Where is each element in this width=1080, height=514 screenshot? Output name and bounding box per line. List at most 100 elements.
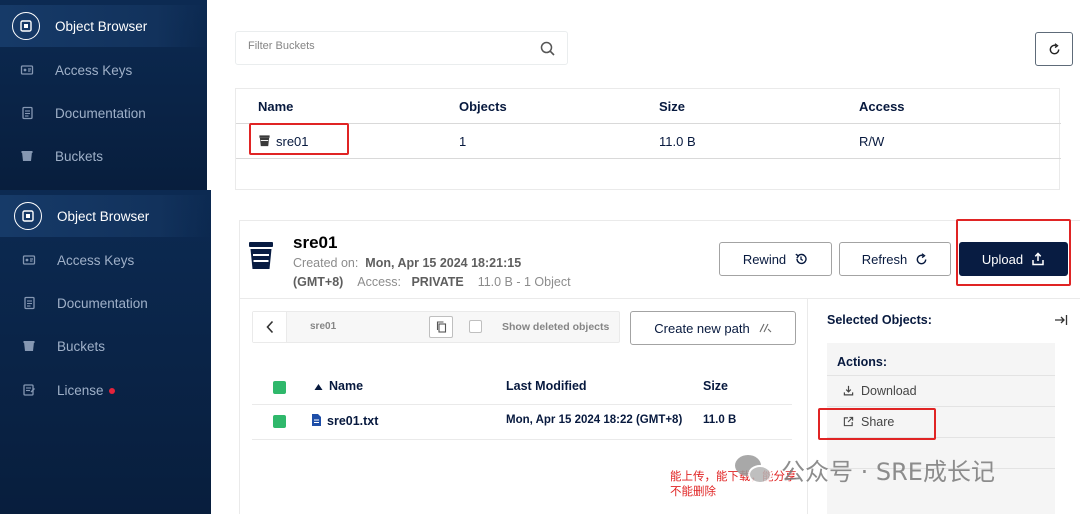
file-size: 11.0 B bbox=[703, 414, 737, 426]
divider bbox=[236, 123, 1061, 124]
bucket-size: 11.0 B bbox=[659, 134, 696, 149]
column-header-objects[interactable]: Objects bbox=[459, 99, 507, 114]
new-path-icon bbox=[759, 323, 772, 333]
bucket-summary: 11.0 B - 1 Object bbox=[477, 275, 571, 289]
sidebar-item-buckets[interactable]: Buckets bbox=[0, 135, 207, 177]
sort-asc-icon[interactable] bbox=[314, 380, 323, 394]
download-icon bbox=[843, 385, 854, 396]
sidebar-item-label: Object Browser bbox=[57, 208, 150, 224]
wechat-logo-icon bbox=[735, 454, 773, 485]
filter-buckets-input[interactable] bbox=[248, 40, 528, 52]
bucket-table: Name Objects Size Access sre01 1 11.0 B … bbox=[235, 88, 1061, 190]
bucket-icon bbox=[20, 149, 34, 163]
license-label-wrap: License bbox=[57, 383, 115, 398]
sidebar-item-access-keys[interactable]: Access Keys bbox=[0, 49, 207, 91]
column-header-name[interactable]: Name bbox=[329, 379, 363, 393]
bucket-objects: 1 bbox=[459, 134, 467, 149]
bucket-list-panel: Name Objects Size Access sre01 1 11.0 B … bbox=[207, 0, 1080, 190]
sidebar-item-label: License bbox=[57, 382, 104, 398]
refresh-icon bbox=[916, 252, 927, 264]
collapse-panel-icon[interactable] bbox=[1054, 313, 1068, 331]
license-icon bbox=[22, 383, 36, 397]
sidebar-top: Object Browser Access Keys Documentation… bbox=[0, 0, 207, 190]
rewind-icon bbox=[795, 253, 807, 265]
filter-buckets-box bbox=[235, 31, 568, 65]
sidebar-item-documentation[interactable]: Documentation bbox=[0, 282, 211, 324]
highlight-box bbox=[956, 219, 1071, 286]
file-name[interactable]: sre01.txt bbox=[327, 414, 378, 428]
page: Object Browser Access Keys Documentation… bbox=[0, 0, 1080, 514]
chevron-left-icon bbox=[265, 320, 273, 334]
show-deleted-label[interactable]: Show deleted objects bbox=[502, 321, 609, 333]
access-meta: (GMT+8) Access: PRIVATE 11.0 B - 1 Objec… bbox=[293, 275, 571, 289]
divider bbox=[236, 158, 1061, 159]
sidebar-item-label: Documentation bbox=[55, 105, 146, 121]
refresh-buckets-button[interactable] bbox=[1035, 32, 1073, 66]
refresh-button[interactable]: Refresh bbox=[839, 242, 951, 276]
sidebar-item-documentation[interactable]: Documentation bbox=[0, 92, 207, 134]
rewind-button[interactable]: Rewind bbox=[719, 242, 832, 276]
created-label: Created on: bbox=[293, 256, 359, 270]
select-all-checkbox[interactable] bbox=[273, 381, 286, 394]
divider bbox=[252, 404, 792, 405]
bucket-detail-panel: sre01 Created on: Mon, Apr 15 2024 18:21… bbox=[211, 190, 1080, 514]
create-path-label: Create new path bbox=[654, 320, 750, 336]
access-value: PRIVATE bbox=[411, 275, 464, 289]
access-label: Access: bbox=[357, 275, 402, 289]
create-new-path-button[interactable]: Create new path bbox=[630, 311, 796, 345]
created-meta: Created on: Mon, Apr 15 2024 18:21:15 bbox=[293, 256, 521, 270]
sidebar-item-label: Documentation bbox=[57, 295, 148, 311]
watermark-text: 公众号 · SRE成长记 bbox=[781, 458, 995, 486]
bucket-icon bbox=[22, 339, 36, 353]
sidebar-item-license[interactable]: License bbox=[0, 369, 211, 411]
sidebar-item-label: Object Browser bbox=[55, 18, 148, 34]
sidebar-item-access-keys[interactable]: Access Keys bbox=[0, 239, 211, 281]
back-button[interactable] bbox=[253, 312, 287, 342]
object-browser-icon bbox=[12, 12, 40, 40]
show-deleted-checkbox[interactable] bbox=[469, 320, 482, 333]
column-header-size[interactable]: Size bbox=[659, 99, 685, 114]
key-icon bbox=[22, 253, 36, 267]
sidebar-item-label: Buckets bbox=[55, 148, 104, 164]
copy-icon bbox=[436, 321, 446, 333]
rewind-label: Rewind bbox=[742, 251, 787, 267]
docs-icon bbox=[20, 106, 34, 120]
file-icon bbox=[311, 413, 322, 430]
column-header-last-modified[interactable]: Last Modified bbox=[506, 379, 587, 393]
file-modified: Mon, Apr 15 2024 18:22 (GMT+8) bbox=[506, 414, 683, 426]
sidebar-item-label: Buckets bbox=[57, 338, 106, 354]
object-browser-icon bbox=[14, 202, 42, 230]
breadcrumb: sre01 Show deleted objects bbox=[252, 311, 620, 343]
sidebar-item-label: Access Keys bbox=[55, 62, 133, 78]
divider bbox=[252, 439, 792, 440]
download-action[interactable]: Download bbox=[827, 375, 1055, 405]
bucket-title: sre01 bbox=[293, 233, 338, 252]
sidebar-item-object-browser[interactable]: Object Browser bbox=[0, 195, 211, 237]
column-header-name[interactable]: Name bbox=[258, 99, 293, 114]
watermark: 公众号 · SRE成长记 bbox=[735, 452, 995, 487]
download-label: Download bbox=[861, 383, 917, 398]
notification-dot bbox=[108, 387, 115, 394]
refresh-label: Refresh bbox=[861, 251, 908, 267]
search-icon[interactable] bbox=[540, 41, 555, 61]
bucket-icon bbox=[248, 241, 274, 271]
table-header: Name Objects Size Access bbox=[236, 89, 1059, 124]
copy-path-button[interactable] bbox=[429, 316, 453, 338]
actions-title: Actions: bbox=[837, 355, 887, 369]
bucket-access: R/W bbox=[859, 134, 885, 149]
highlight-box bbox=[249, 123, 349, 155]
sidebar-item-object-browser[interactable]: Object Browser bbox=[0, 5, 207, 47]
highlight-box bbox=[818, 408, 936, 440]
breadcrumb-path[interactable]: sre01 bbox=[310, 321, 336, 332]
column-header-size[interactable]: Size bbox=[703, 379, 728, 393]
key-icon bbox=[20, 63, 34, 77]
selected-objects-title: Selected Objects: bbox=[827, 313, 932, 327]
refresh-icon bbox=[1049, 42, 1059, 54]
sidebar-item-buckets[interactable]: Buckets bbox=[0, 325, 211, 367]
sidebar-bottom: Object Browser Access Keys Documentation… bbox=[0, 190, 211, 514]
row-checkbox[interactable] bbox=[273, 415, 286, 428]
timezone: (GMT+8) bbox=[293, 275, 344, 289]
column-header-access[interactable]: Access bbox=[859, 99, 905, 114]
docs-icon bbox=[22, 296, 36, 310]
created-value: Mon, Apr 15 2024 18:21:15 bbox=[365, 256, 522, 270]
